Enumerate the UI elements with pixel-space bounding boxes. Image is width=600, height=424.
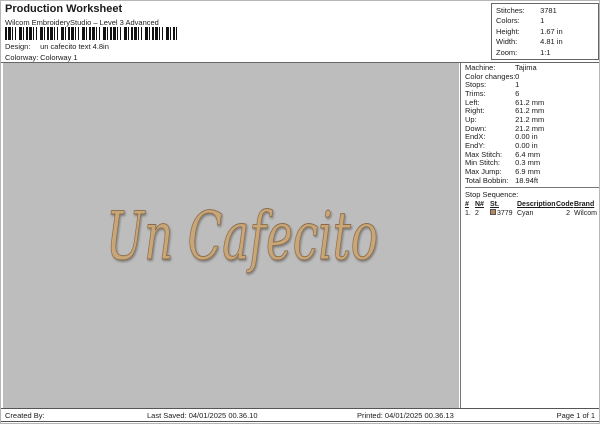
page-title: Production Worksheet [5, 3, 122, 15]
design-preview-canvas: Un Cafecito [3, 63, 459, 408]
machine-info-panel: Machine: Tajima Color changes: 0 Stops: … [460, 63, 600, 408]
summary-row: Height: 1.67 in [496, 27, 596, 37]
col-header-code: Code [556, 200, 572, 209]
created-by-label: Created By: [5, 411, 45, 420]
thread-color-swatch [490, 209, 496, 215]
col-header-brand: Brand [572, 200, 599, 209]
printed-timestamp: Printed: 04/01/2025 00.36.13 [357, 411, 454, 420]
worksheet-footer: Created By: Last Saved: 04/01/2025 00.36… [1, 408, 599, 422]
machine-stat-value: 1 [515, 80, 519, 89]
summary-value: 4.81 in [540, 37, 563, 46]
col-header-description: Description [517, 200, 556, 209]
machine-stat-value: 61.2 mm [515, 98, 544, 107]
summary-row: Zoom: 1:1 [496, 48, 596, 58]
production-worksheet-page: Production Worksheet Wilcom EmbroiderySt… [0, 0, 600, 424]
machine-stat-value: 0.00 in [515, 141, 538, 150]
machine-stat-label: Total Bobbin: [465, 177, 513, 186]
machine-stat-value: 6.9 mm [515, 167, 540, 176]
machine-stat-value: 0 [515, 72, 519, 81]
summary-label: Colors: [496, 16, 538, 26]
colorway-name: Colorway 1 [40, 53, 78, 62]
stop-sequence-data-row: 1. 2 3779 Cyan 2 Wilcom [465, 209, 600, 218]
summary-value: 1:1 [540, 48, 550, 57]
cell-description: Cyan [517, 209, 556, 218]
stop-sequence-header-row: # N# St. Description Code Brand [465, 200, 600, 209]
summary-value: 1.67 in [540, 27, 563, 36]
cell-num: 1. [465, 209, 475, 218]
machine-stat-value: 21.2 mm [515, 124, 544, 133]
page-number: Page 1 of 1 [557, 411, 595, 420]
embroidered-text: Un Cafecito [106, 198, 378, 275]
machine-stat-value: Tajima [515, 63, 537, 72]
stop-sequence-section: Stop Sequence: # N# St. Description Code… [465, 187, 600, 218]
machine-stat-value: 6 [515, 89, 519, 98]
cell-needle: 2 [475, 209, 490, 218]
machine-stat-value: 0.00 in [515, 132, 538, 141]
summary-row: Colors: 1 [496, 16, 596, 26]
embroidery-preview: Un Cafecito [3, 63, 459, 408]
summary-row: Width: 4.81 in [496, 37, 596, 47]
app-subtitle: Wilcom EmbroideryStudio – Level 3 Advanc… [5, 18, 159, 27]
stop-sequence-title: Stop Sequence: [465, 190, 600, 199]
design-name: un cafecito text 4.8in [40, 42, 109, 51]
cell-code: 2 [556, 209, 572, 218]
col-header-stitch: St. [490, 200, 517, 209]
machine-stat-value: 0.3 mm [515, 158, 540, 167]
cell-stitch: 3779 [490, 209, 517, 218]
machine-stat-value: 61.2 mm [515, 106, 544, 115]
machine-stat-value: 6.4 mm [515, 150, 540, 159]
machine-stat-value: 18.94ft [515, 176, 538, 185]
stop-sequence-table: # N# St. Description Code Brand 1. 2 377… [465, 200, 600, 218]
colorway-row: Colorway: Colorway 1 [5, 53, 78, 62]
design-summary-box: Stitches: 3781 Colors: 1 Height: 1.67 in… [491, 3, 599, 60]
summary-value: 1 [540, 16, 544, 25]
summary-label: Zoom: [496, 48, 538, 58]
design-label: Design: [5, 42, 38, 51]
cell-brand: Wilcom [572, 209, 599, 218]
machine-stat-row: Total Bobbin: 18.94ft [465, 177, 600, 186]
colorway-label: Colorway: [5, 53, 38, 62]
machine-stats-list: Machine: Tajima Color changes: 0 Stops: … [465, 64, 600, 185]
design-barcode [5, 27, 177, 40]
summary-label: Stitches: [496, 6, 538, 16]
summary-row: Stitches: 3781 [496, 6, 596, 16]
machine-stat-value: 21.2 mm [515, 115, 544, 124]
col-header-needle: N# [475, 200, 490, 209]
cell-stitch-count: 3779 [497, 210, 513, 217]
col-header-num: # [465, 200, 475, 209]
design-row: Design: un cafecito text 4.8in [5, 42, 109, 51]
summary-label: Width: [496, 37, 538, 47]
summary-value: 3781 [540, 6, 557, 15]
summary-label: Height: [496, 27, 538, 37]
last-saved-timestamp: Last Saved: 04/01/2025 00.36.10 [147, 411, 258, 420]
